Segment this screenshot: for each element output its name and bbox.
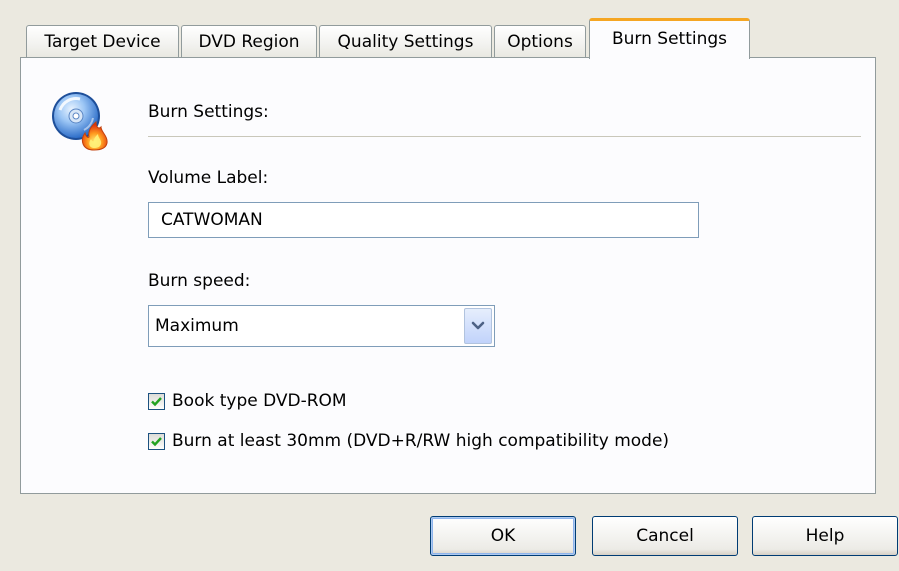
burn-speed-caption: Burn speed:: [148, 271, 251, 291]
burn-speed-value: Maximum: [155, 316, 239, 336]
tab-dvd-region[interactable]: DVD Region: [181, 25, 317, 57]
cd-burn-icon: [50, 88, 114, 152]
dropdown-button[interactable]: [464, 308, 492, 344]
burn-30mm-checkbox[interactable]: [148, 433, 165, 450]
ok-button[interactable]: OK: [430, 516, 576, 556]
burn-30mm-label[interactable]: Burn at least 30mm (DVD+R/RW high compat…: [172, 431, 669, 451]
chevron-down-icon: [471, 321, 485, 330]
tab-options[interactable]: Options: [494, 25, 586, 57]
section-title: Burn Settings:: [148, 102, 269, 122]
cancel-button[interactable]: Cancel: [592, 516, 738, 556]
tab-target-device[interactable]: Target Device: [26, 25, 179, 57]
burn-speed-select[interactable]: Maximum: [148, 305, 495, 347]
checkmark-icon: [151, 397, 162, 407]
tab-burn-settings[interactable]: Burn Settings: [589, 18, 750, 59]
help-button[interactable]: Help: [752, 516, 898, 556]
section-divider: [148, 136, 861, 137]
volume-label-caption: Volume Label:: [148, 168, 269, 188]
book-type-checkbox[interactable]: [148, 393, 165, 410]
tab-strip: Target Device DVD Region Quality Setting…: [26, 18, 886, 59]
book-type-label[interactable]: Book type DVD-ROM: [172, 391, 347, 411]
checkmark-icon: [151, 437, 162, 447]
tab-quality-settings[interactable]: Quality Settings: [319, 25, 492, 57]
volume-label-input[interactable]: [148, 202, 699, 238]
